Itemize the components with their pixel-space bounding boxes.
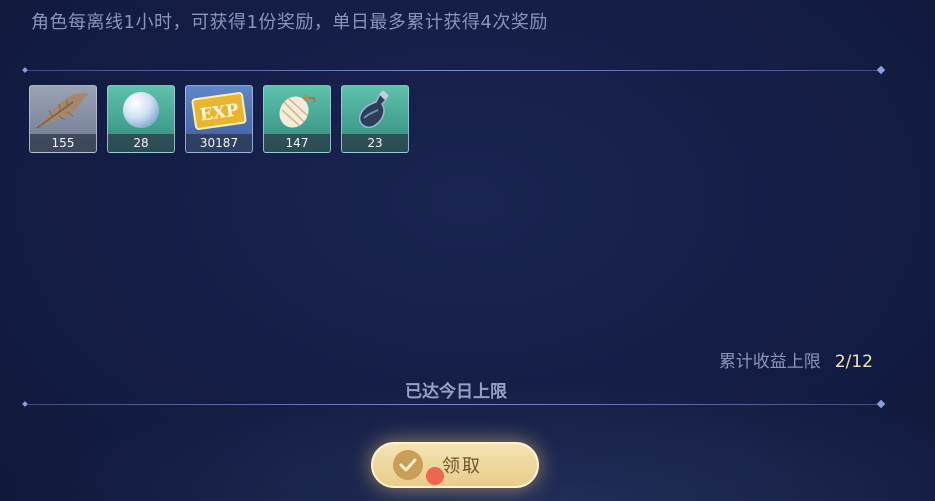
exp-ticket-icon: EXP [186,86,252,134]
reward-count: 155 [30,134,96,152]
reward-item-exp[interactable]: EXP 30187 [185,85,253,153]
feather-icon [30,86,96,134]
reward-item-cotton[interactable]: 147 [263,85,331,153]
reward-item-pearl[interactable]: 28 [107,85,175,153]
reward-item-feather[interactable]: 155 [29,85,97,153]
offline-reward-description: 角色每离线1小时，可获得1份奖励，单日最多累计获得4次奖励 [31,12,548,33]
bottom-divider [22,399,886,409]
checkmark-icon [393,450,423,480]
cumulative-limit: 累计收益上限 2/12 [719,347,873,372]
reward-count: 28 [108,134,174,152]
cotton-bag-icon [264,86,330,134]
cumulative-limit-value: 2/12 [834,352,873,372]
potion-bottle-icon [342,86,408,134]
claim-button[interactable]: 领取 [371,442,539,488]
reward-list: 155 28 EXP 30187 147 23 [29,85,409,153]
cursor-indicator [426,467,444,485]
daily-limit-status: 已达今日上限 [405,382,507,402]
reward-count: 23 [342,134,408,152]
reward-item-potion[interactable]: 23 [341,85,409,153]
top-divider [22,65,886,75]
reward-count: 30187 [186,134,252,152]
reward-count: 147 [264,134,330,152]
pearl-icon [108,86,174,134]
claim-button-label: 领取 [442,456,482,477]
cumulative-limit-label: 累计收益上限 [718,352,821,372]
